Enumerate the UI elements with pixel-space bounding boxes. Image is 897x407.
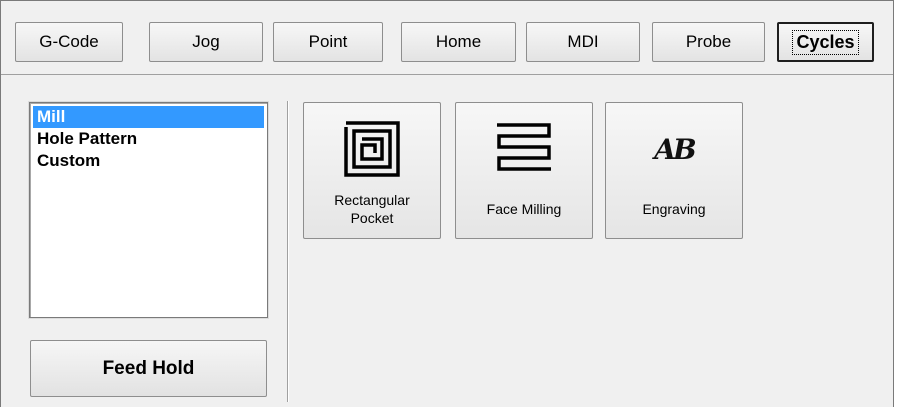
rectangular-pocket-label: Rectangular Pocket xyxy=(334,192,410,226)
cycle-category-list[interactable]: Mill Hole Pattern Custom xyxy=(29,102,268,318)
rectangular-pocket-icon xyxy=(304,119,440,179)
rectangular-pocket-button[interactable]: Rectangular Pocket xyxy=(303,102,441,239)
feed-hold-button[interactable]: Feed Hold xyxy=(30,340,267,397)
face-milling-icon xyxy=(456,119,592,179)
list-item-custom[interactable]: Custom xyxy=(33,150,264,172)
tab-bar: G-Code Jog Point Home MDI Probe Cycles xyxy=(1,1,893,75)
engraving-icon: AB xyxy=(654,132,696,166)
tab-mdi[interactable]: MDI xyxy=(526,22,640,62)
panel-divider xyxy=(287,101,289,402)
list-item-hole-pattern[interactable]: Hole Pattern xyxy=(33,128,264,150)
tab-jog[interactable]: Jog xyxy=(149,22,263,62)
face-milling-label: Face Milling xyxy=(486,201,562,217)
tab-point[interactable]: Point xyxy=(273,22,383,62)
engraving-button[interactable]: AB Engraving xyxy=(605,102,743,239)
cnc-window: G-Code Jog Point Home MDI Probe Cycles M… xyxy=(0,0,894,407)
tab-home[interactable]: Home xyxy=(401,22,516,62)
feed-hold-label: Feed Hold xyxy=(102,357,195,379)
tab-g-code[interactable]: G-Code xyxy=(15,22,123,62)
engraving-label: Engraving xyxy=(642,201,706,217)
tab-cycles[interactable]: Cycles xyxy=(777,22,874,62)
tab-probe[interactable]: Probe xyxy=(652,22,765,62)
face-milling-button[interactable]: Face Milling xyxy=(455,102,593,239)
list-item-mill[interactable]: Mill xyxy=(33,106,264,128)
